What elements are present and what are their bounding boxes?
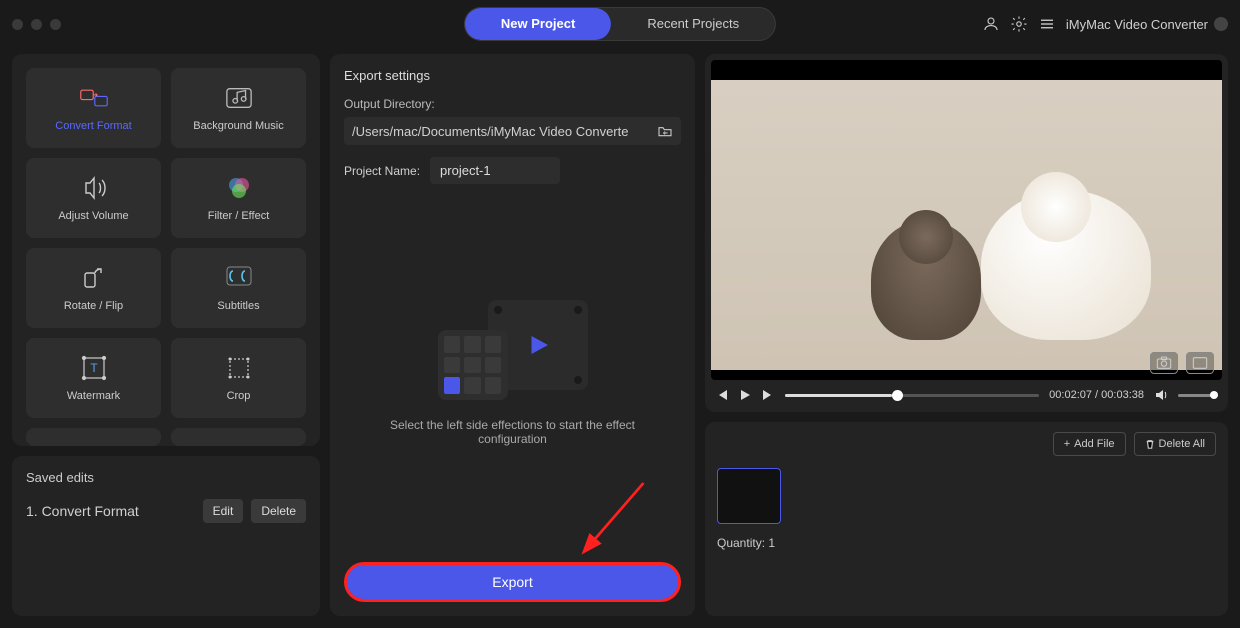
seek-bar[interactable] [785,394,1039,397]
close-window-icon[interactable] [12,19,23,30]
video-preview[interactable] [711,60,1222,380]
prev-button-icon[interactable] [715,388,729,402]
app-title: iMyMac Video Converter [1066,17,1228,32]
play-button-icon[interactable] [739,389,751,401]
volume-icon[interactable] [1154,388,1168,402]
project-name-input[interactable] [430,157,560,184]
rotate-flip-icon [80,264,108,292]
output-directory-value: /Users/mac/Documents/iMyMac Video Conver… [352,124,651,139]
export-settings-panel: Export settings Output Directory: /Users… [330,54,695,616]
output-directory-field[interactable]: /Users/mac/Documents/iMyMac Video Conver… [344,117,681,145]
account-icon[interactable] [982,15,1000,33]
queue-thumbnail[interactable] [717,468,781,524]
fullscreen-icon[interactable] [1186,352,1214,374]
preview-content [871,220,981,340]
tool-convert-format[interactable]: Convert Format [26,68,161,148]
window-controls [12,19,61,30]
add-file-button[interactable]: +Add File [1053,432,1126,456]
app-logo-icon [1214,17,1228,31]
effect-illustration [438,300,588,400]
tool-watermark[interactable]: T Watermark [26,338,161,418]
project-name-label: Project Name: [344,164,420,178]
file-queue-panel: +Add File Delete All Quantity: 1 [705,422,1228,616]
crop-icon [225,354,253,382]
tool-label: Crop [227,390,251,402]
tool-crop[interactable]: Crop [171,338,306,418]
next-button-icon[interactable] [761,388,775,402]
browse-folder-icon[interactable] [657,123,673,139]
watermark-icon: T [80,354,108,382]
delete-all-button[interactable]: Delete All [1134,432,1216,456]
preview-content [981,190,1151,340]
tool-label: Convert Format [55,120,131,132]
menu-icon[interactable] [1038,15,1056,33]
tab-recent-projects[interactable]: Recent Projects [611,8,775,40]
export-settings-title: Export settings [344,68,681,83]
volume-slider[interactable] [1178,394,1218,397]
export-hint-text: Select the left side effections to start… [364,418,661,446]
tool-label: Subtitles [217,300,259,312]
delete-button[interactable]: Delete [251,499,306,523]
export-button[interactable]: Export [344,562,681,602]
tool-hidden-2[interactable] [171,428,306,446]
background-music-icon [225,84,253,112]
adjust-volume-icon [80,174,108,202]
time-display: 00:02:07 / 00:03:38 [1049,389,1144,401]
title-bar: New Project Recent Projects iMyMac Video… [0,0,1240,48]
output-directory-label: Output Directory: [344,97,681,111]
quantity-label: Quantity: 1 [717,536,1216,550]
playback-controls: 00:02:07 / 00:03:38 [711,380,1222,410]
tab-new-project[interactable]: New Project [465,8,611,40]
tool-background-music[interactable]: Background Music [171,68,306,148]
tool-hidden-1[interactable] [26,428,161,446]
tools-grid: Convert Format Background Music Adjust V… [12,54,320,446]
saved-edits-title: Saved edits [26,470,306,485]
saved-edits-panel: Saved edits 1. Convert Format Edit Delet… [12,456,320,616]
tool-subtitles[interactable]: Subtitles [171,248,306,328]
tool-adjust-volume[interactable]: Adjust Volume [26,158,161,238]
tool-label: Filter / Effect [208,210,270,222]
edit-button[interactable]: Edit [203,499,244,523]
settings-icon[interactable] [1010,15,1028,33]
snapshot-icon[interactable] [1150,352,1178,374]
convert-format-icon [80,84,108,112]
tool-label: Watermark [67,390,120,402]
tool-rotate-flip[interactable]: Rotate / Flip [26,248,161,328]
subtitles-icon [225,264,253,292]
minimize-window-icon[interactable] [31,19,42,30]
tool-label: Adjust Volume [58,210,128,222]
video-preview-panel: 00:02:07 / 00:03:38 [705,54,1228,412]
project-tab-switch: New Project Recent Projects [464,7,776,41]
maximize-window-icon[interactable] [50,19,61,30]
tool-filter-effect[interactable]: Filter / Effect [171,158,306,238]
tool-label: Rotate / Flip [64,300,123,312]
saved-edit-label: 1. Convert Format [26,503,195,519]
saved-edit-item: 1. Convert Format Edit Delete [26,499,306,523]
svg-text:T: T [90,361,98,375]
tool-label: Background Music [193,120,284,132]
filter-effect-icon [225,174,253,202]
